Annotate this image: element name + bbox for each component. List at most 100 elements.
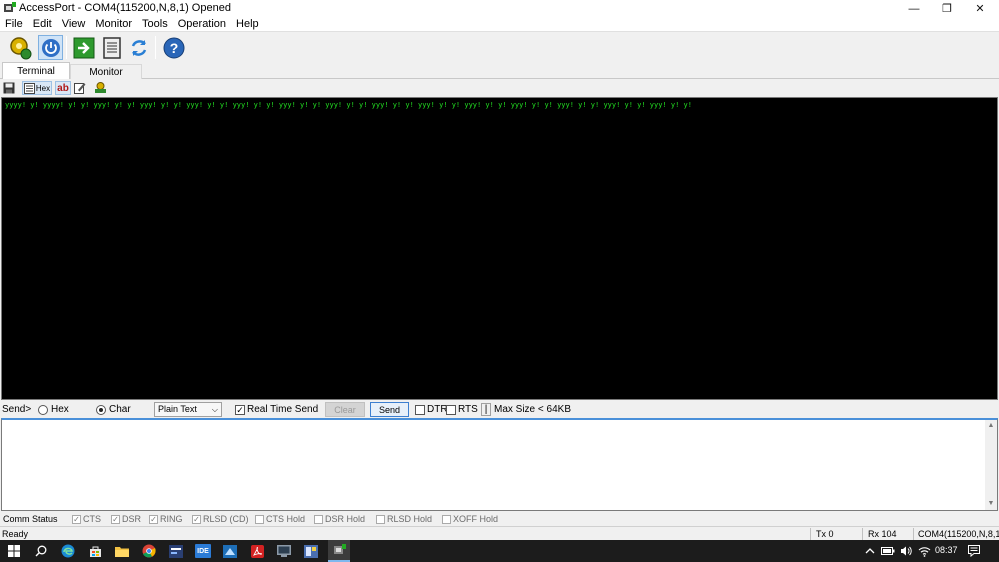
tools-icon bbox=[94, 82, 106, 93]
cts-check: ✓ bbox=[72, 514, 81, 524]
terminal-output[interactable]: yyyy! y! yyyy! y! y! yyy! y! y! yyy! y! … bbox=[1, 97, 998, 400]
minimize-button[interactable]: — bbox=[898, 0, 930, 17]
tools-button[interactable] bbox=[93, 81, 107, 95]
char-radio[interactable]: Char bbox=[96, 401, 131, 418]
ring-label: RING bbox=[160, 514, 183, 524]
acrobat-icon[interactable] bbox=[249, 543, 265, 559]
log-button[interactable] bbox=[99, 35, 124, 60]
dsr-label: DSR bbox=[122, 514, 142, 524]
arrow-right-icon bbox=[73, 37, 94, 58]
cts-hold-label: CTS Hold bbox=[266, 514, 306, 524]
dtr-label: DTR bbox=[427, 404, 448, 415]
realtime-check-box: ✓ bbox=[235, 404, 245, 415]
menu-tools[interactable]: Tools bbox=[137, 17, 173, 31]
status-rx-text: Rx 104 bbox=[868, 529, 897, 539]
format-select[interactable]: Plain Text ⌵ bbox=[154, 402, 222, 417]
svg-text:?: ? bbox=[169, 40, 178, 56]
power-icon bbox=[41, 38, 60, 57]
cts-hold-indicator: CTS Hold bbox=[255, 512, 305, 526]
app-icon-3[interactable] bbox=[276, 543, 292, 559]
refresh-button[interactable] bbox=[126, 35, 151, 60]
rlsd-indicator: ✓ RLSD (CD) bbox=[192, 512, 249, 526]
format-select-value: Plain Text bbox=[158, 404, 197, 414]
edit-icon bbox=[74, 83, 86, 94]
realtime-send-checkbox[interactable]: ✓ Real Time Send bbox=[235, 401, 318, 418]
app-icon-1[interactable] bbox=[168, 543, 184, 559]
help-button[interactable]: ? bbox=[161, 35, 186, 60]
vertical-scrollbar[interactable]: ▲ ▼ bbox=[985, 420, 997, 510]
separator-toggle[interactable]: | bbox=[481, 403, 491, 416]
status-divider bbox=[862, 528, 863, 540]
document-icon bbox=[102, 36, 121, 59]
tab-terminal-label: Terminal bbox=[17, 66, 55, 77]
volume-icon[interactable] bbox=[898, 543, 914, 559]
rts-checkbox[interactable]: RTS bbox=[446, 401, 478, 418]
menu-help[interactable]: Help bbox=[231, 17, 264, 31]
wifi-icon[interactable] bbox=[916, 543, 932, 559]
taskbar-clock[interactable]: 08:37 bbox=[935, 545, 958, 555]
status-port-text: COM4(115200,N,8,1) bbox=[918, 529, 999, 539]
menu-bar: File Edit View Monitor Tools Operation H… bbox=[0, 17, 999, 31]
ring-check: ✓ bbox=[149, 514, 158, 524]
rts-check-box bbox=[446, 404, 456, 415]
ab-label: ab bbox=[57, 82, 69, 94]
max-size-label: Max Size < 64KB bbox=[494, 401, 571, 418]
tab-monitor-label: Monitor bbox=[89, 66, 123, 78]
hex-radio-label: Hex bbox=[51, 404, 69, 415]
store-icon[interactable] bbox=[87, 543, 103, 559]
windows-start-icon[interactable] bbox=[6, 543, 22, 559]
battery-icon[interactable] bbox=[880, 543, 896, 559]
file-explorer-icon[interactable] bbox=[114, 543, 130, 559]
chevron-down-icon: ⌵ bbox=[211, 405, 218, 414]
send-button[interactable]: Send bbox=[370, 402, 409, 417]
send-input[interactable]: ▲ ▼ bbox=[1, 418, 998, 511]
menu-file[interactable]: File bbox=[0, 17, 28, 31]
rts-label: RTS bbox=[458, 404, 478, 415]
tab-terminal[interactable]: Terminal bbox=[2, 62, 70, 80]
edit-button[interactable] bbox=[73, 81, 87, 95]
app-icon-2[interactable] bbox=[222, 543, 238, 559]
separator-text: | bbox=[484, 404, 488, 415]
settings-button[interactable] bbox=[8, 35, 33, 60]
app-icon-4[interactable] bbox=[303, 543, 319, 559]
accessport-icon[interactable] bbox=[328, 540, 350, 562]
window-title: AccessPort - COM4(115200,N,8,1) Opened bbox=[19, 2, 231, 14]
restore-button[interactable]: ❐ bbox=[931, 0, 963, 17]
ide-icon-label: IDE bbox=[197, 547, 209, 555]
menu-monitor[interactable]: Monitor bbox=[90, 17, 137, 31]
char-view-toggle[interactable]: ab bbox=[55, 81, 71, 95]
status-rx: Rx 104 bbox=[868, 527, 897, 541]
xoff-hold-indicator: XOFF Hold bbox=[442, 512, 498, 526]
send-button-label: Send bbox=[378, 404, 401, 415]
comm-status-bar: Comm Status ✓ CTS ✓ DSR ✓ RING ✓ RLSD (CD) C… bbox=[0, 512, 999, 526]
cts-hold-check bbox=[255, 514, 264, 524]
hex-view-icon bbox=[23, 82, 35, 94]
dtr-checkbox[interactable]: DTR bbox=[415, 401, 448, 418]
power-button[interactable] bbox=[38, 35, 63, 60]
menu-view[interactable]: View bbox=[57, 17, 91, 31]
tray-chevron-up-icon[interactable] bbox=[862, 543, 878, 559]
ide-icon[interactable]: IDE bbox=[195, 544, 211, 558]
menu-edit[interactable]: Edit bbox=[28, 17, 57, 31]
char-radio-circle bbox=[96, 404, 106, 415]
status-bar: Ready Tx 0 Rx 104 COM4(115200,N,8,1) bbox=[0, 526, 999, 540]
clear-button[interactable]: Clear bbox=[325, 402, 365, 417]
tab-monitor[interactable]: Monitor bbox=[70, 64, 142, 79]
title-bar: AccessPort - COM4(115200,N,8,1) Opened —… bbox=[0, 0, 999, 17]
menu-operation[interactable]: Operation bbox=[173, 17, 231, 31]
save-button[interactable] bbox=[2, 81, 16, 95]
hex-view-toggle[interactable]: Hex bbox=[22, 81, 52, 95]
chrome-icon[interactable] bbox=[141, 543, 157, 559]
hex-radio[interactable]: Hex bbox=[38, 401, 69, 418]
send-label-text: Send> bbox=[2, 404, 32, 415]
scroll-down-icon[interactable]: ▼ bbox=[985, 498, 997, 510]
search-icon[interactable] bbox=[33, 543, 49, 559]
status-ready-text: Ready bbox=[2, 529, 29, 539]
xoff-hold-label: XOFF Hold bbox=[453, 514, 499, 524]
notification-icon[interactable] bbox=[966, 543, 982, 559]
connect-button[interactable] bbox=[71, 35, 96, 60]
toolbar-separator bbox=[66, 36, 67, 59]
scroll-up-icon[interactable]: ▲ bbox=[985, 420, 997, 432]
edge-icon[interactable] bbox=[60, 543, 76, 559]
close-button[interactable]: ✕ bbox=[964, 0, 996, 17]
